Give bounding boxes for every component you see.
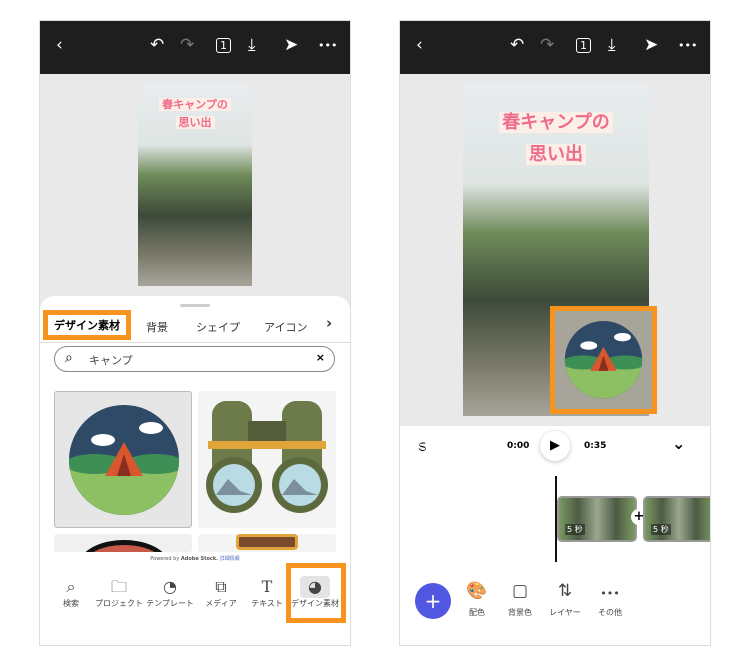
photo-title-line2: 思い出 — [463, 140, 649, 166]
tool-label: その他 — [598, 608, 622, 617]
details-link[interactable]: 詳細情報 — [220, 556, 240, 562]
current-time: 0:00 — [507, 441, 530, 451]
back-button[interactable]: ‹ — [416, 35, 423, 55]
total-time: 0:35 — [584, 441, 607, 451]
more-icon: ••• — [600, 587, 620, 600]
download-button[interactable]: ⤓ — [248, 35, 256, 55]
pages-button[interactable]: 1 — [576, 38, 591, 53]
search-icon: ⌕ — [65, 350, 73, 366]
tab-design-assets[interactable]: デザイン素材 — [43, 310, 131, 340]
timeline-clip-2[interactable]: 5 秒 — [643, 496, 710, 542]
tab-background[interactable]: 背景 — [146, 319, 168, 335]
collapse-button[interactable]: ⌄ — [672, 434, 685, 453]
share-button[interactable]: ➤ — [284, 35, 298, 55]
tool-label: 配色 — [469, 608, 485, 617]
asset-binoculars-sticker[interactable] — [198, 391, 336, 528]
tabs-next-button[interactable]: › — [326, 314, 332, 332]
download-button[interactable]: ⤓ — [608, 35, 616, 55]
redo-button[interactable]: ↷ — [540, 35, 554, 55]
layers-icon: ⇅ — [557, 581, 573, 601]
asset-tabs: デザイン素材 背景 シェイプ アイコン › — [40, 310, 350, 343]
tool-layers[interactable]: ⇅ レイヤー — [543, 581, 587, 618]
top-toolbar: ‹ ↶ ↷ 1 ⤓ ➤ ••• — [400, 21, 710, 74]
back-button[interactable]: ‹ — [56, 35, 63, 55]
right-phone-screen: ‹ ↶ ↷ 1 ⤓ ➤ ••• 春キャンプの 思い出 ಽ 0:00 ▶ 0:35… — [399, 20, 711, 646]
add-button[interactable]: + — [415, 583, 451, 619]
selected-camp-sticker[interactable] — [550, 306, 657, 414]
tool-label: 背景色 — [508, 608, 532, 617]
powered-by-adobe-stock: Powered by Adobe Stock. 詳細情報 — [150, 556, 240, 562]
nav-templates[interactable]: ◔ テンプレート — [143, 576, 197, 609]
tool-more[interactable]: ••• その他 — [588, 581, 632, 618]
photo-title-line1: 春キャンプの — [138, 96, 252, 112]
nav-label: 検索 — [63, 599, 79, 608]
tool-label: レイヤー — [549, 608, 581, 617]
asset-partial-1[interactable] — [54, 534, 192, 552]
clear-search-button[interactable]: × — [316, 351, 325, 364]
tool-background-color[interactable]: ▢ 背景色 — [498, 581, 542, 618]
tab-shapes[interactable]: シェイプ — [196, 319, 240, 335]
clip-duration: 5 秒 — [565, 524, 585, 535]
search-input[interactable]: ⌕ キャンプ × — [54, 346, 335, 372]
top-toolbar: ‹ ↶ ↷ 1 ⤓ ➤ ••• — [40, 21, 350, 74]
redo-button[interactable]: ↷ — [180, 35, 194, 55]
undo-button[interactable]: ↶ — [150, 35, 164, 55]
pages-button[interactable]: 1 — [216, 38, 231, 53]
square-icon: ▢ — [511, 581, 529, 601]
photo-title-line2: 思い出 — [138, 114, 252, 130]
speed-icon[interactable]: ಽ — [418, 436, 426, 456]
photo-title-line1: 春キャンプの — [463, 108, 649, 134]
sheet-handle[interactable] — [180, 304, 210, 307]
search-icon: ⌕ — [66, 577, 76, 596]
camp-tent-icon — [69, 405, 179, 515]
play-button[interactable]: ▶ — [540, 431, 570, 461]
palette-icon: 🎨 — [466, 581, 488, 601]
share-button[interactable]: ➤ — [644, 35, 658, 55]
tab-icons[interactable]: アイコン — [264, 319, 307, 335]
undo-button[interactable]: ↶ — [510, 35, 524, 55]
clip-duration: 5 秒 — [651, 524, 671, 535]
template-icon: ◔ — [163, 577, 177, 596]
more-button[interactable]: ••• — [678, 39, 697, 52]
left-phone-screen: ‹ ↶ ↷ 1 ⤓ ➤ ••• 春キャンプの 思い出 デザイン素材 背景 シェイ… — [39, 20, 351, 646]
timeline-clip-1[interactable]: 5 秒 — [557, 496, 637, 542]
canvas-photo[interactable]: 春キャンプの 思い出 — [138, 84, 252, 286]
nav-label: プロジェクト — [95, 599, 143, 608]
folder-icon: 🗀 — [110, 577, 127, 596]
search-value: キャンプ — [89, 354, 133, 367]
nav-projects[interactable]: 🗀 プロジェクト — [92, 576, 146, 609]
highlight-design-assets-nav — [286, 563, 346, 623]
tool-color-scheme[interactable]: 🎨 配色 — [455, 581, 499, 618]
camp-tent-icon — [564, 320, 643, 399]
asset-partial-2[interactable] — [198, 534, 336, 552]
more-button[interactable]: ••• — [318, 39, 337, 52]
binoculars-icon — [206, 401, 328, 513]
nav-search[interactable]: ⌕ 検索 — [44, 576, 98, 609]
nav-label: テンプレート — [146, 599, 194, 608]
asset-camp-sticker[interactable] — [54, 391, 192, 528]
